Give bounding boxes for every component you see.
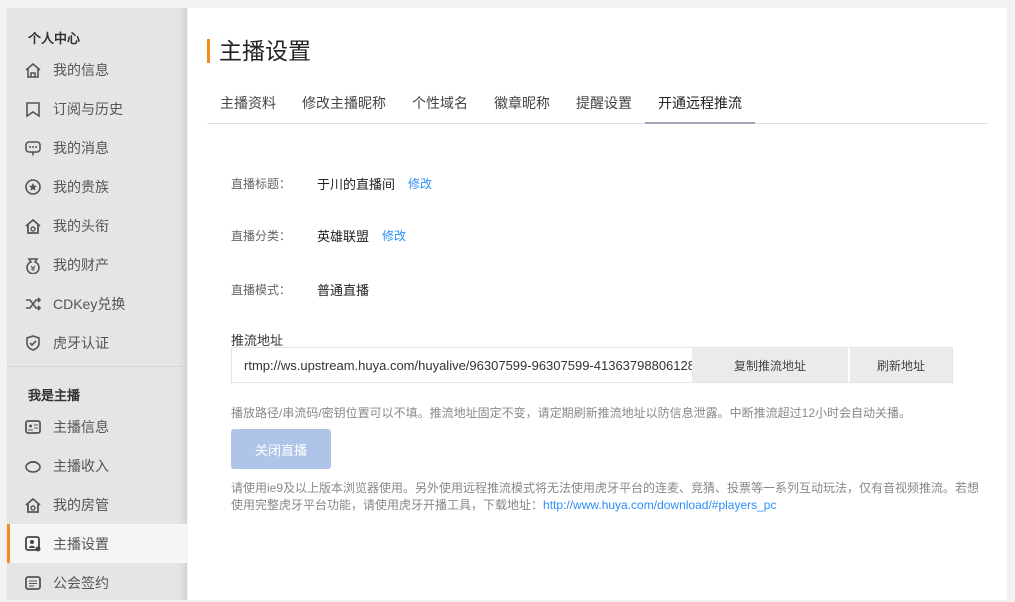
sidebar-item-label: 我的房管	[53, 496, 109, 513]
title-row: 直播标题： 于川的直播间 修改	[231, 174, 432, 193]
sidebar-item[interactable]: 我的信息	[7, 50, 187, 89]
star-icon	[24, 178, 42, 196]
contract-icon	[24, 574, 42, 592]
close-stream-button[interactable]: 关闭直播	[231, 429, 331, 469]
title-value: 于川的直播间	[317, 177, 396, 192]
house-icon	[24, 496, 42, 514]
sidebar-item[interactable]: 我的房管	[7, 485, 187, 524]
push-url-input[interactable]	[232, 348, 692, 382]
tab-bar: 主播资料 修改主播昵称 个性域名 徽章昵称 提醒设置 开通远程推流	[207, 88, 987, 124]
refresh-url-button[interactable]: 刷新地址	[850, 348, 952, 382]
money-bag-icon	[24, 256, 42, 274]
tab-nickname[interactable]: 修改主播昵称	[289, 88, 399, 124]
copy-url-button[interactable]: 复制推流地址	[692, 348, 850, 382]
browser-note: 请使用ie9及以上版本浏览器使用。另外使用远程推流模式将无法使用虎牙平台的连麦、…	[231, 480, 986, 514]
sidebar-item-label: CDKey兑换	[53, 295, 126, 312]
sidebar-item[interactable]: 我的头衔	[7, 206, 187, 245]
sidebar-item[interactable]: 主播信息	[7, 407, 187, 446]
page-title: 主播设置	[207, 39, 311, 63]
download-link[interactable]: http://www.huya.com/download/#players_pc	[543, 498, 776, 512]
mode-row: 直播模式： 普通直播	[231, 280, 369, 299]
title-label: 直播标题：	[231, 177, 292, 191]
sidebar: 个人中心 我的信息订阅与历史我的消息我的贵族我的头衔我的财产 CDKey兑换 虎牙认…	[7, 8, 187, 600]
category-label: 直播分类：	[231, 229, 292, 243]
bookmark-icon	[24, 100, 42, 118]
shield-check-icon	[24, 334, 42, 352]
mode-label: 直播模式：	[231, 283, 292, 297]
user-settings-icon	[24, 535, 42, 553]
id-card-icon	[24, 418, 42, 436]
sidebar-item[interactable]: 我的贵族	[7, 167, 187, 206]
tab-remote-push[interactable]: 开通远程推流	[645, 88, 755, 124]
sidebar-item[interactable]: 公会签约	[7, 563, 187, 602]
sidebar-item-label: 虎牙认证	[53, 334, 109, 351]
home-icon	[24, 61, 42, 79]
tab-domain[interactable]: 个性域名	[399, 88, 481, 124]
tab-profile[interactable]: 主播资料	[207, 88, 289, 124]
tab-badge[interactable]: 徽章昵称	[481, 88, 563, 124]
badge-house-icon	[24, 217, 42, 235]
sidebar-item[interactable]: 我的消息	[7, 128, 187, 167]
sidebar-item-label: 主播设置	[53, 535, 109, 552]
edit-title-link[interactable]: 修改	[408, 175, 432, 192]
section-title-personal: 个人中心	[28, 31, 81, 46]
sidebar-item[interactable]: 主播设置	[7, 524, 187, 563]
sidebar-item-label: 我的头衔	[53, 217, 109, 234]
category-value: 英雄联盟	[317, 229, 370, 244]
mode-value: 普通直播	[317, 283, 370, 298]
income-icon	[24, 457, 42, 475]
sidebar-item-label: 主播收入	[53, 457, 109, 474]
sidebar-item[interactable]: 订阅与历史	[7, 89, 187, 128]
category-row: 直播分类： 英雄联盟 修改	[231, 226, 406, 245]
message-icon	[24, 139, 42, 157]
sidebar-item-label: 我的贵族	[53, 178, 109, 195]
sidebar-item-label: 我的财产	[53, 256, 109, 273]
sidebar-item-label: 公会签约	[53, 574, 109, 591]
main-panel: 主播设置 主播资料 修改主播昵称 个性域名 徽章昵称 提醒设置 开通远程推流 直…	[188, 8, 1007, 600]
push-tip: 播放路径/串流码/密钥位置可以不填。推流地址固定不变，请定期刷新推流地址以防信息…	[231, 406, 912, 420]
sidebar-item-label: 主播信息	[53, 418, 109, 435]
sidebar-item[interactable]: 我的财产	[7, 245, 187, 284]
edit-category-link[interactable]: 修改	[382, 227, 406, 244]
section-title-streamer: 我是主播	[28, 388, 81, 403]
sidebar-item-label: 订阅与历史	[53, 100, 123, 117]
sidebar-item-label: 我的消息	[53, 139, 109, 156]
sidebar-item[interactable]: 主播收入	[7, 446, 187, 485]
sidebar-item-label: 我的信息	[53, 61, 109, 78]
sidebar-item[interactable]: CDKey兑换	[7, 284, 187, 323]
push-url-group: 复制推流地址 刷新地址	[231, 347, 953, 383]
tab-reminder[interactable]: 提醒设置	[563, 88, 645, 124]
sidebar-item[interactable]: 虎牙认证	[7, 323, 187, 362]
shuffle-icon	[24, 295, 42, 313]
